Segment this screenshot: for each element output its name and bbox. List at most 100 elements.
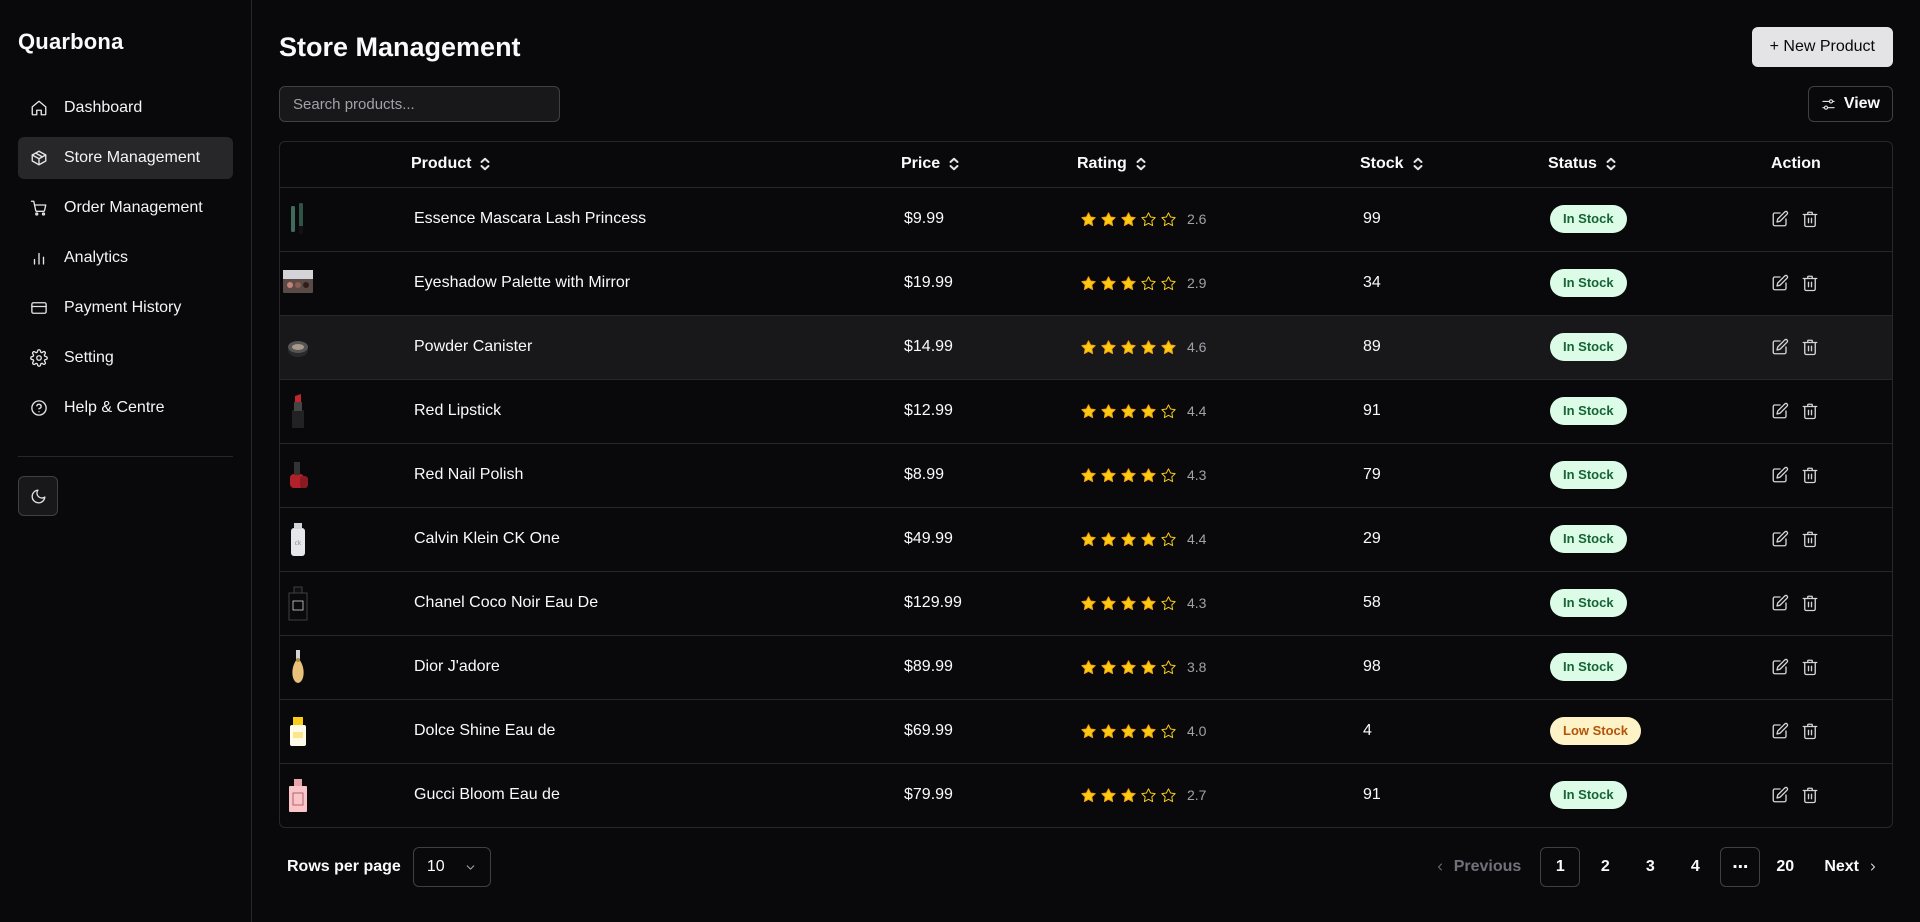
edit-icon[interactable] (1771, 274, 1789, 292)
rating-value: 4.0 (1187, 723, 1207, 739)
sidebar-item-setting[interactable]: Setting (18, 337, 233, 379)
product-rating: 3.8 (1077, 635, 1360, 699)
new-product-button[interactable]: + New Product (1751, 27, 1893, 67)
edit-icon[interactable] (1771, 786, 1789, 804)
package-icon (31, 150, 47, 166)
product-name: Red Nail Polish (414, 466, 524, 483)
product-status-cell: Low Stock (1548, 699, 1771, 763)
pagination-ellipsis[interactable]: ⋯ (1720, 847, 1761, 887)
edit-icon[interactable] (1771, 722, 1789, 740)
product-image (290, 717, 306, 746)
product-price: $12.99 (904, 402, 953, 419)
product-image (283, 270, 313, 293)
rating-value: 2.6 (1187, 211, 1207, 227)
rating-stars: 4.0 (1077, 723, 1360, 740)
trash-icon[interactable] (1801, 466, 1819, 484)
pagination-page-1[interactable]: 1 (1540, 847, 1581, 887)
pagination-previous-button[interactable]: Previous (1420, 847, 1536, 887)
trash-icon[interactable] (1801, 594, 1819, 612)
edit-icon[interactable] (1771, 594, 1789, 612)
column-header-rating[interactable]: Rating (1077, 142, 1360, 187)
edit-icon[interactable] (1771, 338, 1789, 356)
trash-icon[interactable] (1801, 786, 1819, 804)
sidebar-item-label: Order Management (64, 199, 203, 216)
rating-value: 4.3 (1187, 595, 1207, 611)
product-name: Powder Canister (414, 338, 533, 355)
pagination-page-4[interactable]: 4 (1675, 847, 1715, 887)
pagination-next-button[interactable]: Next (1810, 847, 1893, 887)
action-buttons (1771, 274, 1892, 292)
rating-stars: 4.3 (1077, 595, 1360, 612)
view-options-button[interactable]: View (1807, 86, 1893, 122)
pagination-page-3[interactable]: 3 (1630, 847, 1670, 887)
trash-icon[interactable] (1801, 402, 1819, 420)
table-row[interactable]: Dior J'adore $89.99 3.8 98 In Stock (280, 635, 1892, 699)
table-row[interactable]: Dolce Shine Eau de $69.99 4.0 4 Low Stock (280, 699, 1892, 763)
product-rating: 2.6 (1077, 187, 1360, 251)
rows-per-page-select[interactable]: 10 (412, 847, 491, 887)
pagination-page-20[interactable]: 20 (1765, 847, 1805, 887)
star-filled-icon (1101, 595, 1116, 610)
product-name: Eyeshadow Palette with Mirror (414, 274, 631, 291)
edit-icon[interactable] (1771, 530, 1789, 548)
sidebar-item-order-management[interactable]: Order Management (18, 187, 233, 229)
product-status-cell: In Stock (1548, 443, 1771, 507)
column-header-label: Stock (1360, 155, 1404, 173)
star-filled-icon (1101, 723, 1116, 738)
trash-icon[interactable] (1801, 338, 1819, 356)
table-row[interactable]: Chanel Coco Noir Eau De $129.99 4.3 58 In St… (280, 571, 1892, 635)
product-stock: 29 (1363, 530, 1381, 547)
table-row[interactable]: Red Nail Polish $8.99 4.3 79 In Stock (280, 443, 1892, 507)
table-row[interactable]: Red Lipstick $12.99 4.4 91 In Stock (280, 379, 1892, 443)
theme-toggle-button[interactable] (18, 476, 58, 516)
column-header-status[interactable]: Status (1548, 142, 1771, 187)
table-row[interactable]: Powder Canister $14.99 4.6 89 In Stock (280, 315, 1892, 379)
product-thumbnail-cell: ck (280, 507, 411, 571)
status-badge: In Stock (1550, 269, 1627, 297)
product-rating: 4.4 (1077, 507, 1360, 571)
column-header-product[interactable]: Product (411, 142, 901, 187)
product-thumbnail-cell (280, 443, 411, 507)
product-rating: 4.3 (1077, 571, 1360, 635)
pagination-page-2[interactable]: 2 (1585, 847, 1625, 887)
edit-icon[interactable] (1771, 658, 1789, 676)
action-buttons (1771, 402, 1892, 420)
column-header-price[interactable]: Price (901, 142, 1077, 187)
star-filled-icon (1101, 788, 1116, 802)
edit-icon[interactable] (1771, 466, 1789, 484)
star-filled-icon (1081, 275, 1096, 290)
trash-icon[interactable] (1801, 210, 1819, 228)
trash-icon[interactable] (1801, 274, 1819, 292)
table-row[interactable]: Essence Mascara Lash Princess $9.99 2.6 99 I… (280, 187, 1892, 251)
credit-card-icon (31, 302, 47, 314)
sidebar-item-store-management[interactable]: Store Management (18, 137, 233, 179)
trash-icon[interactable] (1801, 658, 1819, 676)
sidebar-item-payment-history[interactable]: Payment History (18, 287, 233, 329)
column-header-action-inner: Action (1771, 155, 1821, 173)
product-stock: 34 (1363, 274, 1381, 291)
sidebar-item-dashboard[interactable]: Dashboard (18, 87, 233, 129)
edit-icon[interactable] (1771, 402, 1789, 420)
table-row[interactable]: ck Calvin Klein CK One $49.99 4.4 29 In Stock (280, 507, 1892, 571)
previous-label: Previous (1453, 858, 1522, 875)
edit-icon[interactable] (1771, 210, 1789, 228)
chevron-right-icon (1871, 863, 1875, 871)
search-input[interactable] (279, 86, 560, 122)
product-thumbnail-cell (280, 763, 411, 827)
star-filled-icon (1081, 659, 1096, 674)
product-status-cell: In Stock (1548, 251, 1771, 315)
action-buttons (1771, 594, 1892, 612)
trash-icon[interactable] (1801, 530, 1819, 548)
star-filled-icon (1121, 211, 1136, 226)
column-header-stock-inner: Stock (1360, 155, 1424, 173)
column-header-stock[interactable]: Stock (1360, 142, 1548, 187)
table-row[interactable]: Eyeshadow Palette with Mirror $19.99 2.9 34… (280, 251, 1892, 315)
product-status-cell: In Stock (1548, 763, 1771, 827)
sidebar-item-analytics[interactable]: Analytics (18, 237, 233, 279)
sidebar-item-help-centre[interactable]: Help & Centre (18, 387, 233, 429)
star-empty-icon (1141, 275, 1156, 290)
trash-icon[interactable] (1801, 722, 1819, 740)
product-thumbnail (280, 328, 316, 366)
rating-value: 2.7 (1187, 787, 1207, 804)
table-row[interactable]: Gucci Bloom Eau de $79.99 2.7 91 In Stock (280, 763, 1892, 827)
